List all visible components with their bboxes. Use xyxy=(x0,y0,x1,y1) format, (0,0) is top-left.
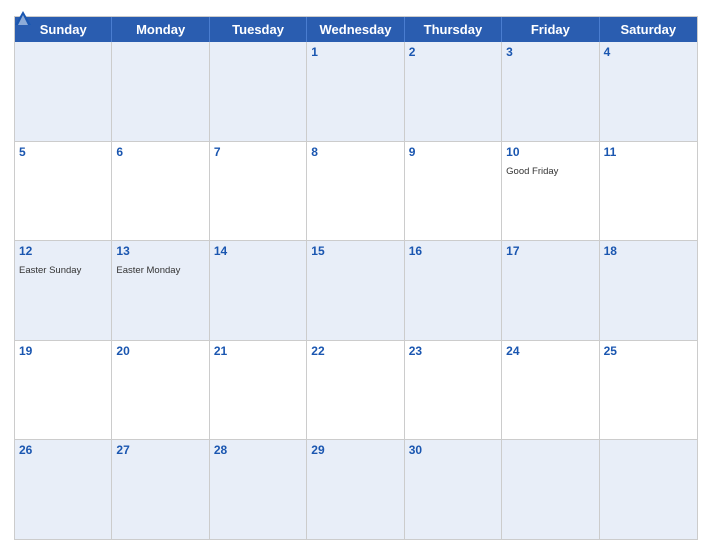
logo xyxy=(14,10,34,26)
day-number: 6 xyxy=(116,145,204,159)
calendar-cell-empty-0-1 xyxy=(112,42,209,141)
day-number: 5 xyxy=(19,145,107,159)
calendar-page: SundayMondayTuesdayWednesdayThursdayFrid… xyxy=(0,0,712,550)
calendar-cell-17: 17 xyxy=(502,241,599,340)
calendar-cell-8: 8 xyxy=(307,142,404,241)
day-number: 9 xyxy=(409,145,497,159)
weekday-header-monday: Monday xyxy=(112,17,209,42)
calendar-week-3: 12 Easter Sunday 13 Easter Monday 14 15 16 17 18 xyxy=(15,241,697,341)
calendar-cell-27: 27 xyxy=(112,440,209,539)
weekday-header-row: SundayMondayTuesdayWednesdayThursdayFrid… xyxy=(15,17,697,42)
weekday-header-thursday: Thursday xyxy=(405,17,502,42)
calendar-cell-18: 18 xyxy=(600,241,697,340)
calendar-cell-14: 14 xyxy=(210,241,307,340)
day-number: 29 xyxy=(311,443,399,457)
calendar-cell-26: 26 xyxy=(15,440,112,539)
calendar-cell-10: 10 Good Friday xyxy=(502,142,599,241)
day-number: 22 xyxy=(311,344,399,358)
calendar-cell-19: 19 xyxy=(15,341,112,440)
calendar-cell-12: 12 Easter Sunday xyxy=(15,241,112,340)
calendar-cell-empty-0-0 xyxy=(15,42,112,141)
calendar-week-1: 1234 xyxy=(15,42,697,142)
calendar-week-5: 26 27 28 29 30 xyxy=(15,440,697,539)
calendar-cell-2: 2 xyxy=(405,42,502,141)
calendar-cell-empty-4-6 xyxy=(600,440,697,539)
weekday-header-friday: Friday xyxy=(502,17,599,42)
calendar-cell-empty-4-5 xyxy=(502,440,599,539)
day-number: 14 xyxy=(214,244,302,258)
calendar-cell-21: 21 xyxy=(210,341,307,440)
day-event: Easter Sunday xyxy=(19,265,81,276)
day-event: Good Friday xyxy=(506,166,558,177)
calendar-cell-3: 3 xyxy=(502,42,599,141)
calendar-cell-9: 9 xyxy=(405,142,502,241)
calendar-cell-6: 6 xyxy=(112,142,209,241)
calendar-cell-25: 25 xyxy=(600,341,697,440)
logo-icon xyxy=(14,10,32,26)
calendar-cell-28: 28 xyxy=(210,440,307,539)
day-number: 16 xyxy=(409,244,497,258)
day-number: 21 xyxy=(214,344,302,358)
day-number: 20 xyxy=(116,344,204,358)
day-number: 11 xyxy=(604,145,693,159)
calendar-cell-5: 5 xyxy=(15,142,112,241)
calendar-cell-15: 15 xyxy=(307,241,404,340)
calendar-week-2: 56789 10 Good Friday 11 xyxy=(15,142,697,242)
day-number: 4 xyxy=(604,45,693,59)
day-number: 15 xyxy=(311,244,399,258)
calendar-cell-29: 29 xyxy=(307,440,404,539)
day-number: 8 xyxy=(311,145,399,159)
day-number: 7 xyxy=(214,145,302,159)
day-number: 10 xyxy=(506,145,594,159)
day-number: 17 xyxy=(506,244,594,258)
calendar-grid: SundayMondayTuesdayWednesdayThursdayFrid… xyxy=(14,16,698,540)
calendar-week-4: 19 20 21 22 23 24 25 xyxy=(15,341,697,441)
day-number: 18 xyxy=(604,244,693,258)
day-number: 1 xyxy=(311,45,399,59)
day-number: 12 xyxy=(19,244,107,258)
calendar-body: 12345678910Good Friday1112Easter Sunday1… xyxy=(15,42,697,539)
day-number: 26 xyxy=(19,443,107,457)
day-number: 19 xyxy=(19,344,107,358)
day-event: Easter Monday xyxy=(116,265,180,276)
weekday-header-tuesday: Tuesday xyxy=(210,17,307,42)
calendar-cell-23: 23 xyxy=(405,341,502,440)
calendar-cell-empty-0-2 xyxy=(210,42,307,141)
calendar-cell-7: 7 xyxy=(210,142,307,241)
day-number: 25 xyxy=(604,344,693,358)
day-number: 30 xyxy=(409,443,497,457)
calendar-cell-24: 24 xyxy=(502,341,599,440)
day-number: 2 xyxy=(409,45,497,59)
calendar-cell-11: 11 xyxy=(600,142,697,241)
day-number: 13 xyxy=(116,244,204,258)
calendar-cell-22: 22 xyxy=(307,341,404,440)
calendar-cell-4: 4 xyxy=(600,42,697,141)
calendar-cell-16: 16 xyxy=(405,241,502,340)
day-number: 24 xyxy=(506,344,594,358)
calendar-cell-30: 30 xyxy=(405,440,502,539)
day-number: 27 xyxy=(116,443,204,457)
weekday-header-wednesday: Wednesday xyxy=(307,17,404,42)
calendar-cell-1: 1 xyxy=(307,42,404,141)
weekday-header-saturday: Saturday xyxy=(600,17,697,42)
calendar-cell-20: 20 xyxy=(112,341,209,440)
day-number: 28 xyxy=(214,443,302,457)
calendar-cell-13: 13 Easter Monday xyxy=(112,241,209,340)
day-number: 23 xyxy=(409,344,497,358)
day-number: 3 xyxy=(506,45,594,59)
